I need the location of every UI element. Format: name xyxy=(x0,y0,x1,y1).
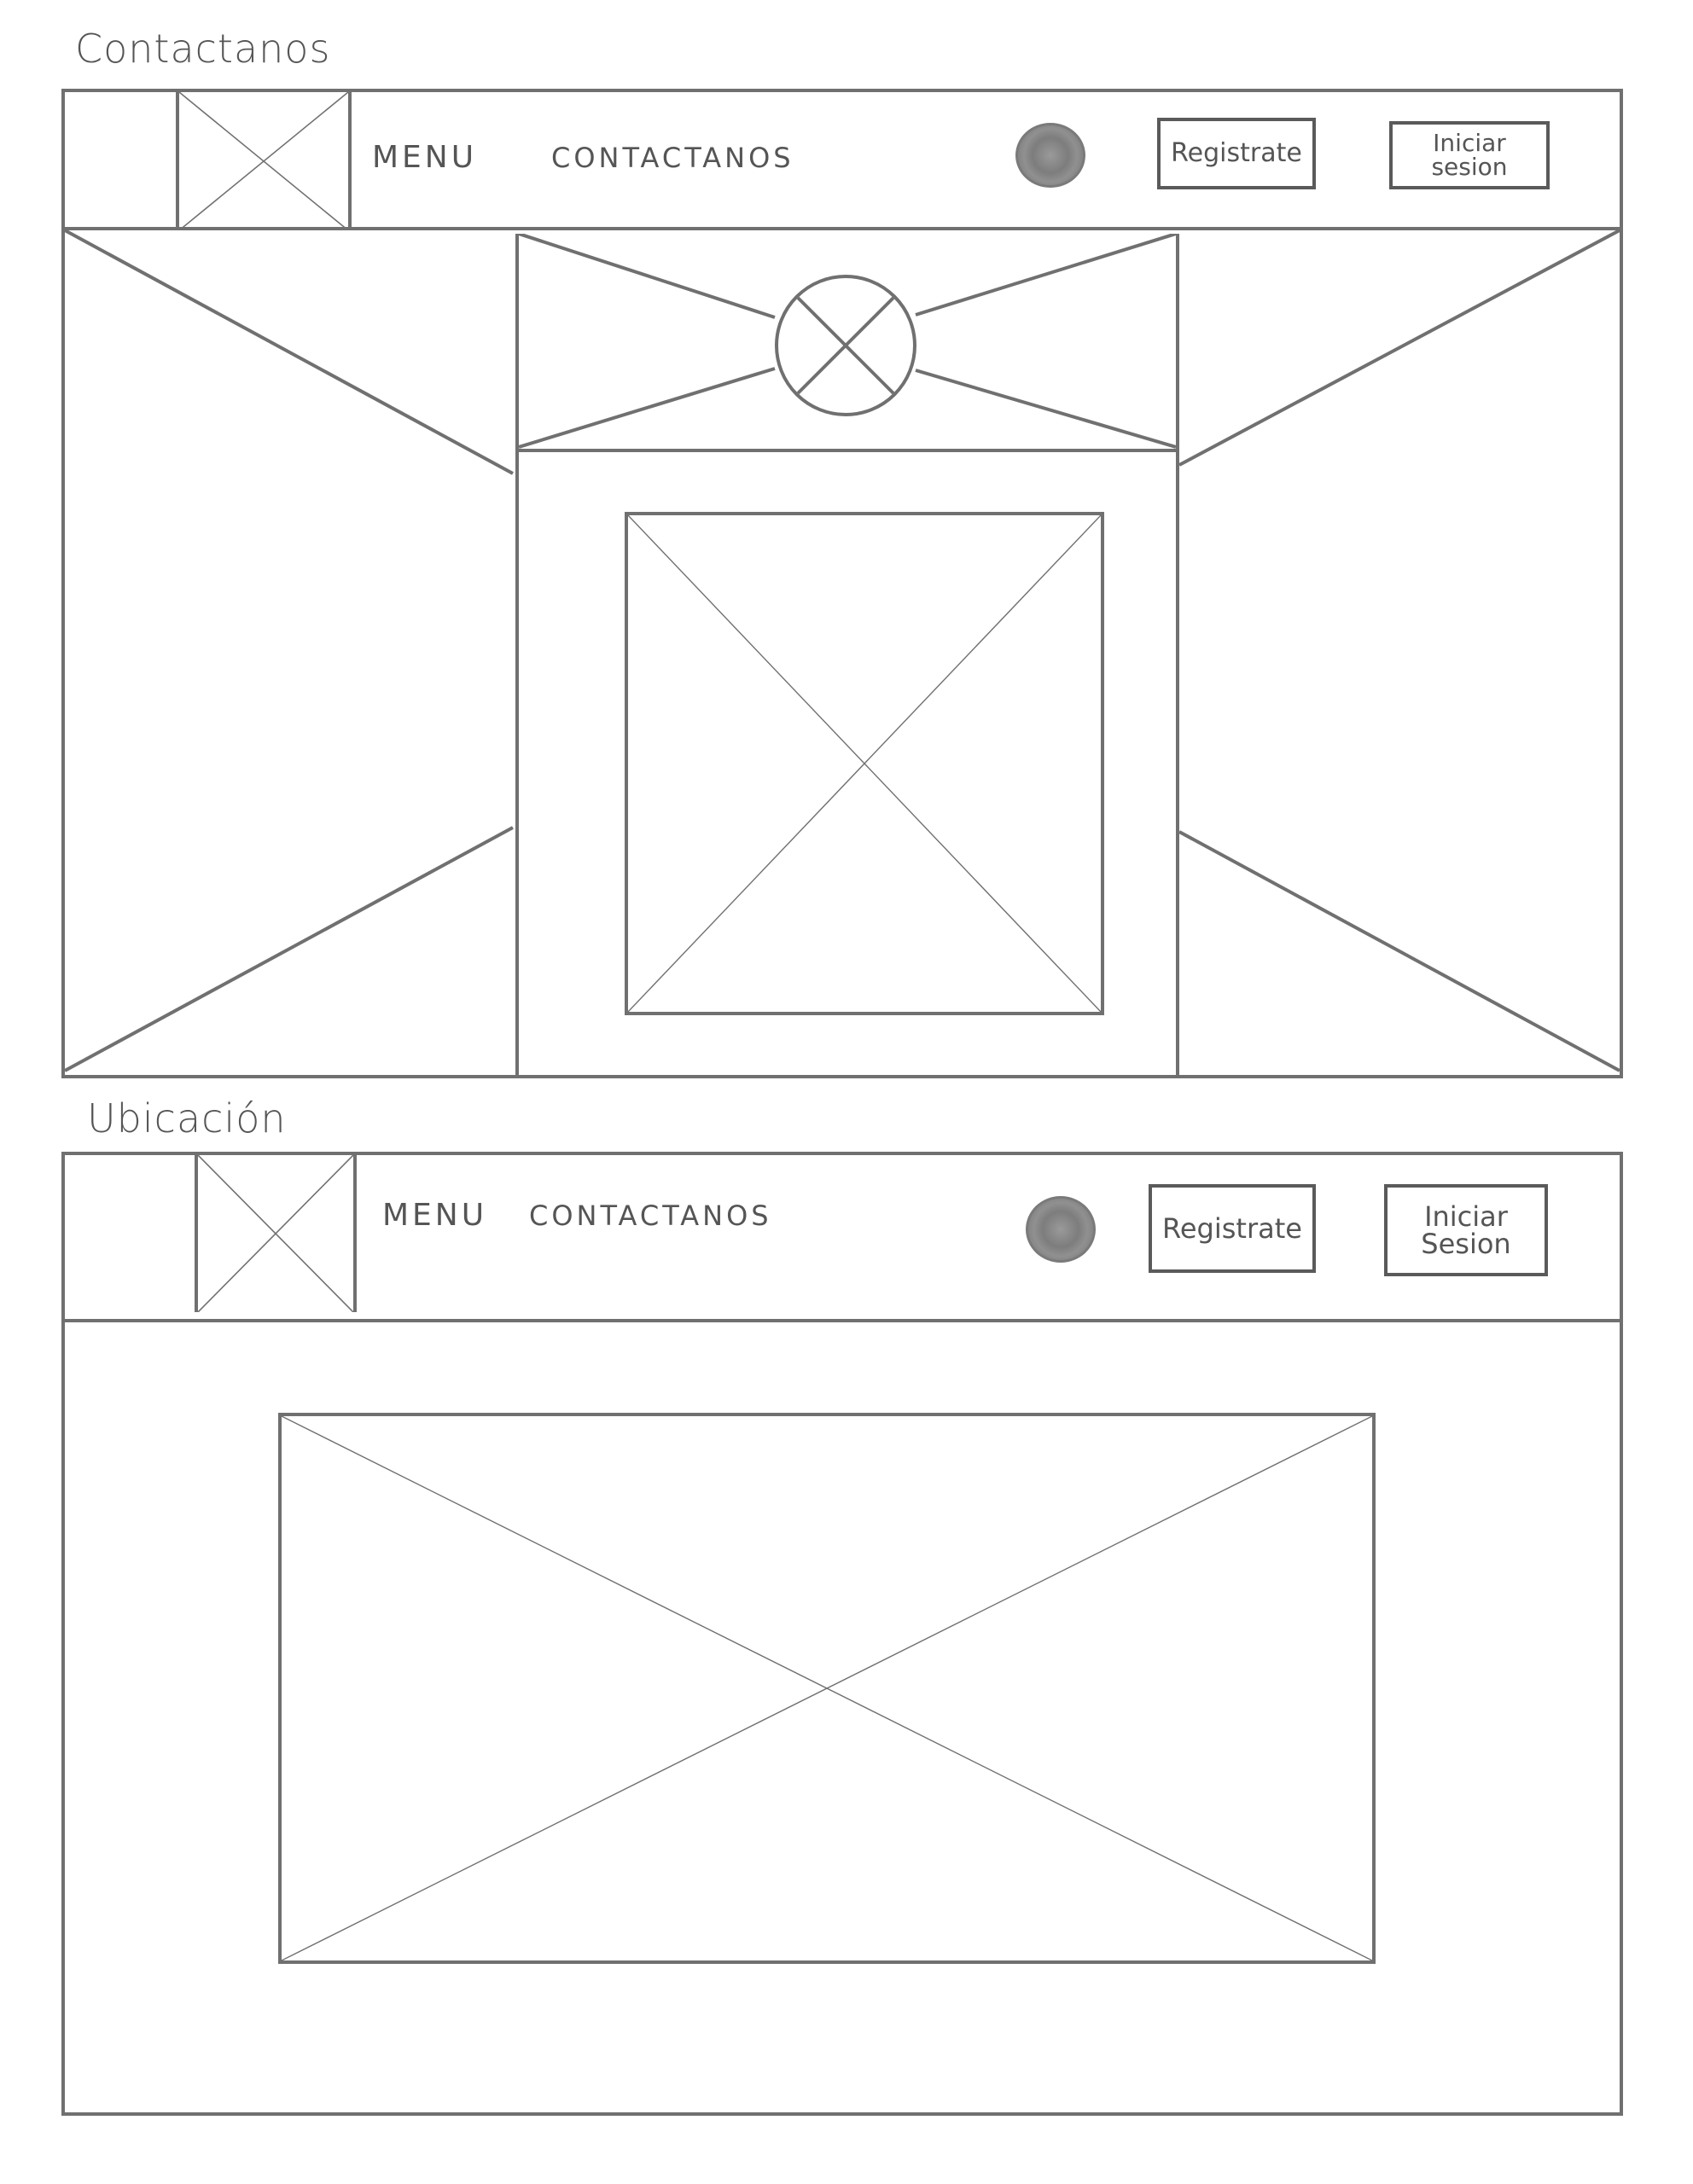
wireframe-1-nav-contactanos[interactable]: CONTACTANOS xyxy=(551,142,794,174)
wireframe-2-nav-menu[interactable]: MENU xyxy=(382,1198,487,1233)
wireframe-2-map-image-placeholder[interactable] xyxy=(278,1413,1376,1964)
wireframe-1-title: Contactanos xyxy=(75,26,331,72)
wireframe-2-logo-placeholder[interactable] xyxy=(195,1155,357,1312)
wireframe-1-center-card xyxy=(515,232,1179,1078)
profile-placeholder-icon xyxy=(795,295,896,396)
image-placeholder-icon xyxy=(198,1155,353,1312)
wireframe-2-login-button[interactable]: Iniciar Sesion xyxy=(1384,1184,1548,1276)
wireframe-1-register-button[interactable]: Registrate xyxy=(1157,118,1316,189)
wireframe-1-nav-menu[interactable]: MENU xyxy=(372,140,477,175)
wireframe-2-navbar: MENU CONTACTANOS Registrate Iniciar Sesi… xyxy=(65,1155,1620,1322)
wireframe-1-frame: MENU CONTACTANOS Registrate Iniciar sesi… xyxy=(61,89,1623,1078)
wireframe-2-avatar-icon[interactable] xyxy=(1026,1196,1096,1263)
wireframe-1-card-image-placeholder[interactable] xyxy=(625,512,1104,1015)
wireframe-1-login-button[interactable]: Iniciar sesion xyxy=(1389,121,1550,189)
map-placeholder-icon xyxy=(282,1416,1372,1960)
image-placeholder-icon xyxy=(179,92,348,230)
wireframe-2-title: Ubicación xyxy=(87,1095,287,1141)
wireframe-1-logo-placeholder[interactable] xyxy=(176,92,352,230)
wireframe-1-navbar: MENU CONTACTANOS Registrate Iniciar sesi… xyxy=(65,92,1620,230)
wireframe-2-nav-contactanos[interactable]: CONTACTANOS xyxy=(529,1199,772,1232)
image-placeholder-icon xyxy=(628,515,1101,1012)
wireframe-2-frame: MENU CONTACTANOS Registrate Iniciar Sesi… xyxy=(61,1152,1623,2116)
wireframe-1-profile-photo-placeholder[interactable] xyxy=(775,275,916,416)
wireframe-2-register-button[interactable]: Registrate xyxy=(1149,1184,1316,1273)
wireframe-1-avatar-icon[interactable] xyxy=(1015,123,1085,188)
